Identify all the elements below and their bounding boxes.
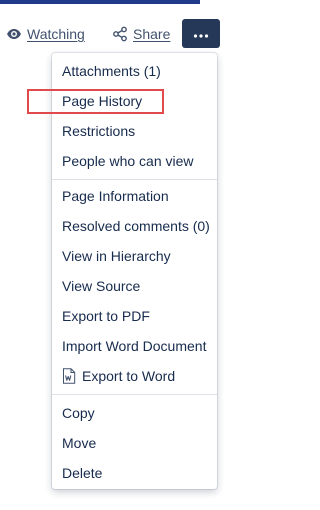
word-document-icon <box>62 368 76 384</box>
menu-item-view-source[interactable]: View Source <box>52 271 217 301</box>
menu-item-label: Attachments (1) <box>62 63 161 79</box>
menu-item-label: View in Hierarchy <box>62 248 171 264</box>
menu-item-label: Copy <box>62 405 95 421</box>
menu-item-label: Page History <box>62 93 143 109</box>
menu-item-label: Page Information <box>62 188 169 204</box>
menu-item-page-information[interactable]: Page Information <box>52 181 217 211</box>
watching-button[interactable]: Watching <box>6 20 85 48</box>
menu-item-people-who-can-view[interactable]: People who can view <box>52 146 217 176</box>
menu-item-label: Restrictions <box>62 123 136 139</box>
share-button[interactable]: Share <box>112 20 170 48</box>
share-icon <box>112 26 128 42</box>
menu-item-label: Import Word Document <box>62 338 207 354</box>
menu-item-import-word-document[interactable]: Import Word Document <box>52 331 217 361</box>
menu-item-page-history[interactable]: Page History <box>52 86 217 116</box>
menu-item-label: Export to Word <box>82 368 176 384</box>
menu-divider <box>52 394 217 395</box>
more-actions-button[interactable] <box>182 19 220 48</box>
share-label: Share <box>133 26 171 42</box>
menu-item-attachments[interactable]: Attachments (1) <box>52 56 217 86</box>
eye-icon <box>6 26 22 42</box>
header-accent-bar <box>0 0 200 4</box>
menu-item-export-to-word[interactable]: Export to Word <box>52 361 217 391</box>
ellipsis-icon <box>193 25 209 43</box>
menu-item-label: Move <box>62 435 97 451</box>
menu-item-view-in-hierarchy[interactable]: View in Hierarchy <box>52 241 217 271</box>
menu-item-label: People who can view <box>62 153 194 169</box>
menu-item-label: Delete <box>62 465 103 481</box>
menu-item-move[interactable]: Move <box>52 428 217 458</box>
menu-item-resolved-comments[interactable]: Resolved comments (0) <box>52 211 217 241</box>
menu-item-restrictions[interactable]: Restrictions <box>52 116 217 146</box>
menu-divider <box>52 179 217 180</box>
watching-label: Watching <box>27 26 85 42</box>
menu-item-label: Export to PDF <box>62 308 150 324</box>
menu-item-export-to-pdf[interactable]: Export to PDF <box>52 301 217 331</box>
menu-item-delete[interactable]: Delete <box>52 458 217 488</box>
menu-item-label: Resolved comments (0) <box>62 218 210 234</box>
menu-item-label: View Source <box>62 278 141 294</box>
more-actions-menu: Attachments (1) Page History Restriction… <box>52 53 217 489</box>
menu-item-copy[interactable]: Copy <box>52 398 217 428</box>
